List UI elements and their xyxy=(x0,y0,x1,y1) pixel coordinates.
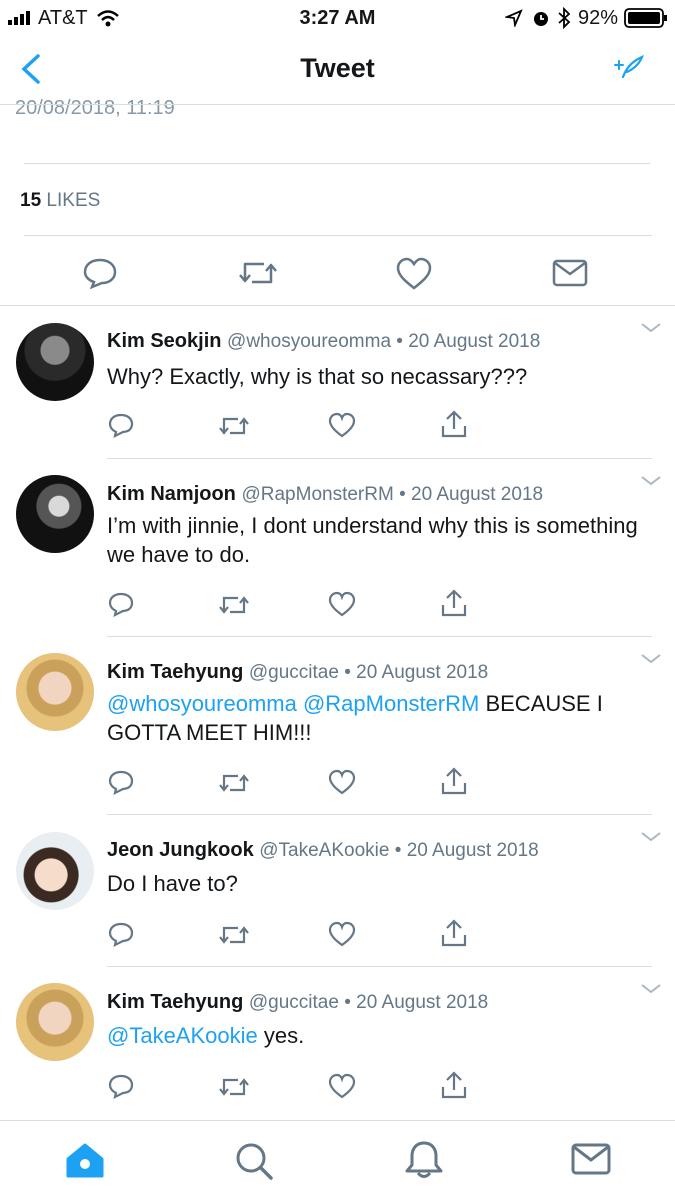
reply-icon[interactable] xyxy=(82,257,118,289)
battery-icon xyxy=(624,8,667,28)
messages-icon[interactable] xyxy=(571,1143,611,1175)
author-handle[interactable]: @guccitae xyxy=(249,662,339,683)
author-handle[interactable]: @TakeAKookie xyxy=(259,840,389,861)
share-icon[interactable] xyxy=(440,588,468,618)
reply-icon[interactable] xyxy=(107,591,135,619)
share-icon[interactable] xyxy=(440,1070,468,1100)
status-time: 3:27 AM xyxy=(299,7,376,29)
alarm-icon xyxy=(534,12,548,26)
avatar[interactable] xyxy=(16,983,94,1061)
separator: • xyxy=(389,840,407,861)
separator: • xyxy=(338,662,357,683)
reply-icon[interactable] xyxy=(107,412,135,440)
bluetooth-icon xyxy=(558,7,571,29)
location-arrow-icon xyxy=(505,9,523,27)
nav-divider xyxy=(0,104,675,105)
share-icon[interactable] xyxy=(440,918,468,948)
likes-number: 15 xyxy=(20,190,42,211)
author-handle[interactable]: @whosyoureomma xyxy=(227,331,391,352)
share-icon[interactable] xyxy=(440,409,468,439)
separator: • xyxy=(391,331,409,352)
like-icon[interactable] xyxy=(328,769,356,795)
reply-tweet[interactable]: Kim Namjoon @RapMonsterRM • 20 August 20… xyxy=(0,458,675,636)
reply-body: yes. xyxy=(257,1023,305,1048)
reply-date: 20 August 2018 xyxy=(356,662,489,683)
chevron-down-icon[interactable] xyxy=(640,322,662,334)
reply-text: I’m with jinnie, I dont understand why t… xyxy=(107,511,662,569)
reply-body: I’m with jinnie, I dont understand why t… xyxy=(107,513,638,567)
chevron-down-icon[interactable] xyxy=(640,653,662,665)
reply-tweet[interactable]: Kim Seokjin @whosyoureomma • 20 August 2… xyxy=(0,305,675,458)
mentions[interactable]: @TakeAKookie xyxy=(107,1023,258,1048)
reply-icon[interactable] xyxy=(107,769,135,797)
compose-tweet-icon xyxy=(614,54,645,79)
reply-date: 20 August 2018 xyxy=(411,484,544,505)
reply-header: Kim Namjoon @RapMonsterRM • 20 August 20… xyxy=(107,483,543,506)
reply-tweet[interactable]: Jeon Jungkook @TakeAKookie • 20 August 2… xyxy=(0,814,675,966)
reply-icon[interactable] xyxy=(107,921,135,949)
reply-header: Kim Taehyung @guccitae • 20 August 2018 xyxy=(107,661,488,684)
retweet-icon[interactable] xyxy=(218,923,250,947)
page-title: Tweet xyxy=(300,53,375,83)
divider xyxy=(24,235,652,236)
like-icon[interactable] xyxy=(328,591,356,617)
retweet-icon[interactable] xyxy=(218,414,250,438)
reply-text: Do I have to? xyxy=(107,869,662,898)
retweet-icon[interactable] xyxy=(218,593,250,617)
like-icon[interactable] xyxy=(328,1073,356,1099)
avatar[interactable] xyxy=(16,323,94,401)
author-handle[interactable]: @RapMonsterRM xyxy=(241,484,393,505)
reply-header: Kim Taehyung @guccitae • 20 August 2018 xyxy=(107,991,488,1014)
avatar[interactable] xyxy=(16,832,94,910)
avatar[interactable] xyxy=(16,475,94,553)
author-name[interactable]: Kim Namjoon xyxy=(107,483,236,505)
author-name[interactable]: Jeon Jungkook xyxy=(107,839,254,861)
avatar[interactable] xyxy=(16,653,94,731)
chevron-down-icon[interactable] xyxy=(640,983,662,995)
reply-date: 20 August 2018 xyxy=(406,840,539,861)
status-bar: AT&T 3:27 AM 92% xyxy=(0,0,675,36)
battery-percent: 92% xyxy=(578,7,619,29)
reply-text: @TakeAKookie yes. xyxy=(107,1021,662,1050)
reply-date: 20 August 2018 xyxy=(356,992,489,1013)
search-icon[interactable] xyxy=(234,1141,274,1181)
home-icon[interactable] xyxy=(64,1141,106,1179)
reply-text: @whosyoureomma @RapMonsterRM BECAUSE I G… xyxy=(107,689,662,747)
tweet-timestamp: 20/08/2018, 11:19 xyxy=(15,97,175,119)
author-name[interactable]: Kim Seokjin xyxy=(107,330,221,352)
likes-count[interactable]: 15 LIKES xyxy=(20,190,100,212)
separator: • xyxy=(338,992,357,1013)
reply-tweet[interactable]: Kim Taehyung @guccitae • 20 August 2018 … xyxy=(0,966,675,1118)
reply-icon[interactable] xyxy=(107,1073,135,1101)
retweet-icon[interactable] xyxy=(238,259,278,287)
tweet-action-bar xyxy=(0,245,675,300)
tab-bar xyxy=(0,1121,675,1200)
retweet-icon[interactable] xyxy=(218,771,250,795)
like-icon[interactable] xyxy=(395,257,433,291)
author-name[interactable]: Kim Taehyung xyxy=(107,661,243,683)
separator: • xyxy=(393,484,412,505)
reply-header: Kim Seokjin @whosyoureomma • 20 August 2… xyxy=(107,330,540,353)
chevron-down-icon[interactable] xyxy=(640,475,662,487)
author-name[interactable]: Kim Taehyung xyxy=(107,991,243,1013)
compose-tweet-button[interactable] xyxy=(614,54,645,81)
reply-tweet[interactable]: Kim Taehyung @guccitae • 20 August 2018 … xyxy=(0,636,675,814)
notifications-icon[interactable] xyxy=(404,1139,444,1181)
reply-body: Do I have to? xyxy=(107,871,238,896)
author-handle[interactable]: @guccitae xyxy=(249,992,339,1013)
retweet-icon[interactable] xyxy=(218,1075,250,1099)
mentions[interactable]: @whosyoureomma @RapMonsterRM xyxy=(107,691,479,716)
reply-header: Jeon Jungkook @TakeAKookie • 20 August 2… xyxy=(107,839,539,862)
direct-message-icon[interactable] xyxy=(552,258,588,288)
chevron-down-icon[interactable] xyxy=(640,831,662,843)
share-icon[interactable] xyxy=(440,766,468,796)
like-icon[interactable] xyxy=(328,412,356,438)
reply-text: Why? Exactly, why is that so necassary??… xyxy=(107,362,662,391)
reply-date: 20 August 2018 xyxy=(408,331,541,352)
reply-body: Why? Exactly, why is that so necassary??… xyxy=(107,364,528,389)
likes-label: LIKES xyxy=(46,190,101,211)
divider xyxy=(24,163,650,164)
like-icon[interactable] xyxy=(328,921,356,947)
